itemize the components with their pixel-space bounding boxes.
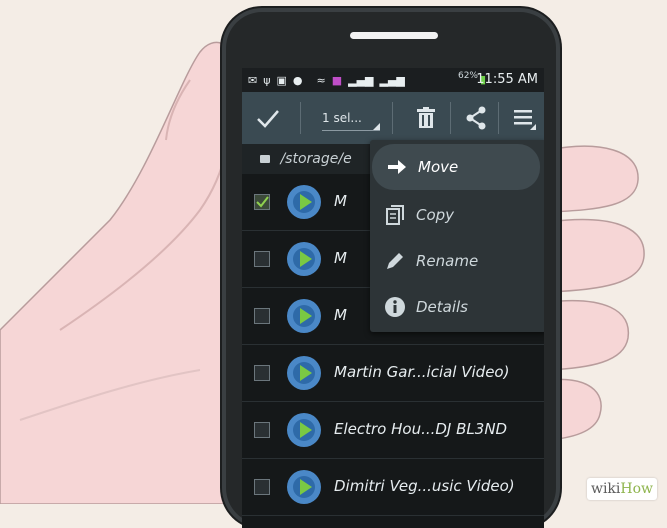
overflow-menu-icon[interactable] — [510, 104, 538, 132]
file-checkbox[interactable] — [254, 251, 270, 267]
copy-icon — [386, 205, 404, 225]
folder-icon — [260, 155, 270, 163]
file-name: Martin Gar...icial Video) — [334, 363, 510, 381]
wikihow-watermark: wikiHow — [587, 478, 657, 500]
music-file-icon — [287, 185, 321, 219]
menu-item-details[interactable]: Details — [370, 284, 544, 330]
share-icon[interactable] — [462, 104, 490, 132]
file-checkbox[interactable] — [254, 422, 270, 438]
chat-icon: ● — [292, 73, 303, 87]
notification-icon: ■ — [331, 73, 343, 87]
file-row[interactable]: Martin Gar...icial Video) — [242, 345, 544, 402]
action-divider — [450, 102, 451, 134]
selection-label: 1 sel... — [322, 111, 362, 125]
file-row[interactable]: Dimitri Veg...usic Video) — [242, 459, 544, 516]
menu-item-rename[interactable]: Rename — [370, 238, 544, 284]
info-icon — [385, 297, 405, 317]
file-checkbox[interactable] — [254, 308, 270, 324]
file-name: M — [334, 306, 347, 324]
action-divider — [392, 102, 393, 134]
watermark-how: How — [620, 481, 654, 497]
pencil-icon — [387, 253, 403, 269]
checkmark-icon — [256, 196, 269, 208]
path-text: /storage/e — [280, 151, 352, 167]
image-icon: ▣ — [276, 73, 287, 87]
context-menu: Move Copy Rename Details — [370, 140, 544, 332]
signal-icon-2: ▂▄▆ — [379, 73, 405, 87]
menu-item-label: Move — [418, 158, 459, 176]
music-file-icon — [287, 242, 321, 276]
phone-speaker — [350, 32, 438, 39]
menu-item-move[interactable]: Move — [372, 144, 540, 190]
selection-dropdown[interactable]: 1 sel... — [322, 106, 380, 131]
file-checkbox[interactable] — [254, 479, 270, 495]
illustration-scene: ✉ ψ ▣ ● ≈ ■ ▂▄▆ ▂▄▆ 62% ▮ 11:55 AM 1 sel… — [0, 0, 667, 528]
delete-icon[interactable] — [412, 104, 440, 132]
music-file-icon — [287, 470, 321, 504]
file-name: M — [334, 249, 347, 267]
file-name: Dimitri Veg...usic Video) — [334, 477, 515, 495]
file-checkbox[interactable] — [254, 365, 270, 381]
wifi-icon: ≈ — [316, 73, 326, 87]
music-file-icon — [287, 413, 321, 447]
watermark-wiki: wiki — [590, 481, 621, 497]
action-divider — [300, 102, 301, 134]
usb-icon: ψ — [263, 73, 271, 87]
file-row[interactable]: Electro Hou...DJ BL3ND — [242, 402, 544, 459]
file-checkbox[interactable] — [254, 194, 270, 210]
phone-screen: ✉ ψ ▣ ● ≈ ■ ▂▄▆ ▂▄▆ 62% ▮ 11:55 AM 1 sel… — [242, 68, 544, 528]
battery-percent: 62% — [457, 71, 478, 81]
action-divider — [498, 102, 499, 134]
signal-icon: ▂▄▆ — [348, 73, 374, 87]
menu-item-label: Rename — [416, 252, 479, 270]
mail-icon: ✉ — [248, 73, 258, 87]
clock: 11:55 AM — [476, 72, 538, 87]
music-file-icon — [287, 299, 321, 333]
music-file-icon — [287, 356, 321, 390]
menu-item-copy[interactable]: Copy — [370, 192, 544, 238]
dropdown-triangle-icon — [373, 123, 380, 130]
phone-body: ✉ ψ ▣ ● ≈ ■ ▂▄▆ ▂▄▆ 62% ▮ 11:55 AM 1 sel… — [222, 8, 560, 528]
menu-item-label: Copy — [416, 206, 455, 224]
menu-item-label: Details — [416, 298, 469, 316]
status-bar: ✉ ψ ▣ ● ≈ ■ ▂▄▆ ▂▄▆ 62% ▮ 11:55 AM — [242, 68, 544, 92]
check-icon[interactable] — [254, 104, 282, 132]
file-name: Electro Hou...DJ BL3ND — [334, 420, 508, 438]
file-name: M — [334, 192, 347, 210]
arrow-right-icon — [388, 160, 406, 174]
action-bar: 1 sel... — [242, 92, 544, 144]
